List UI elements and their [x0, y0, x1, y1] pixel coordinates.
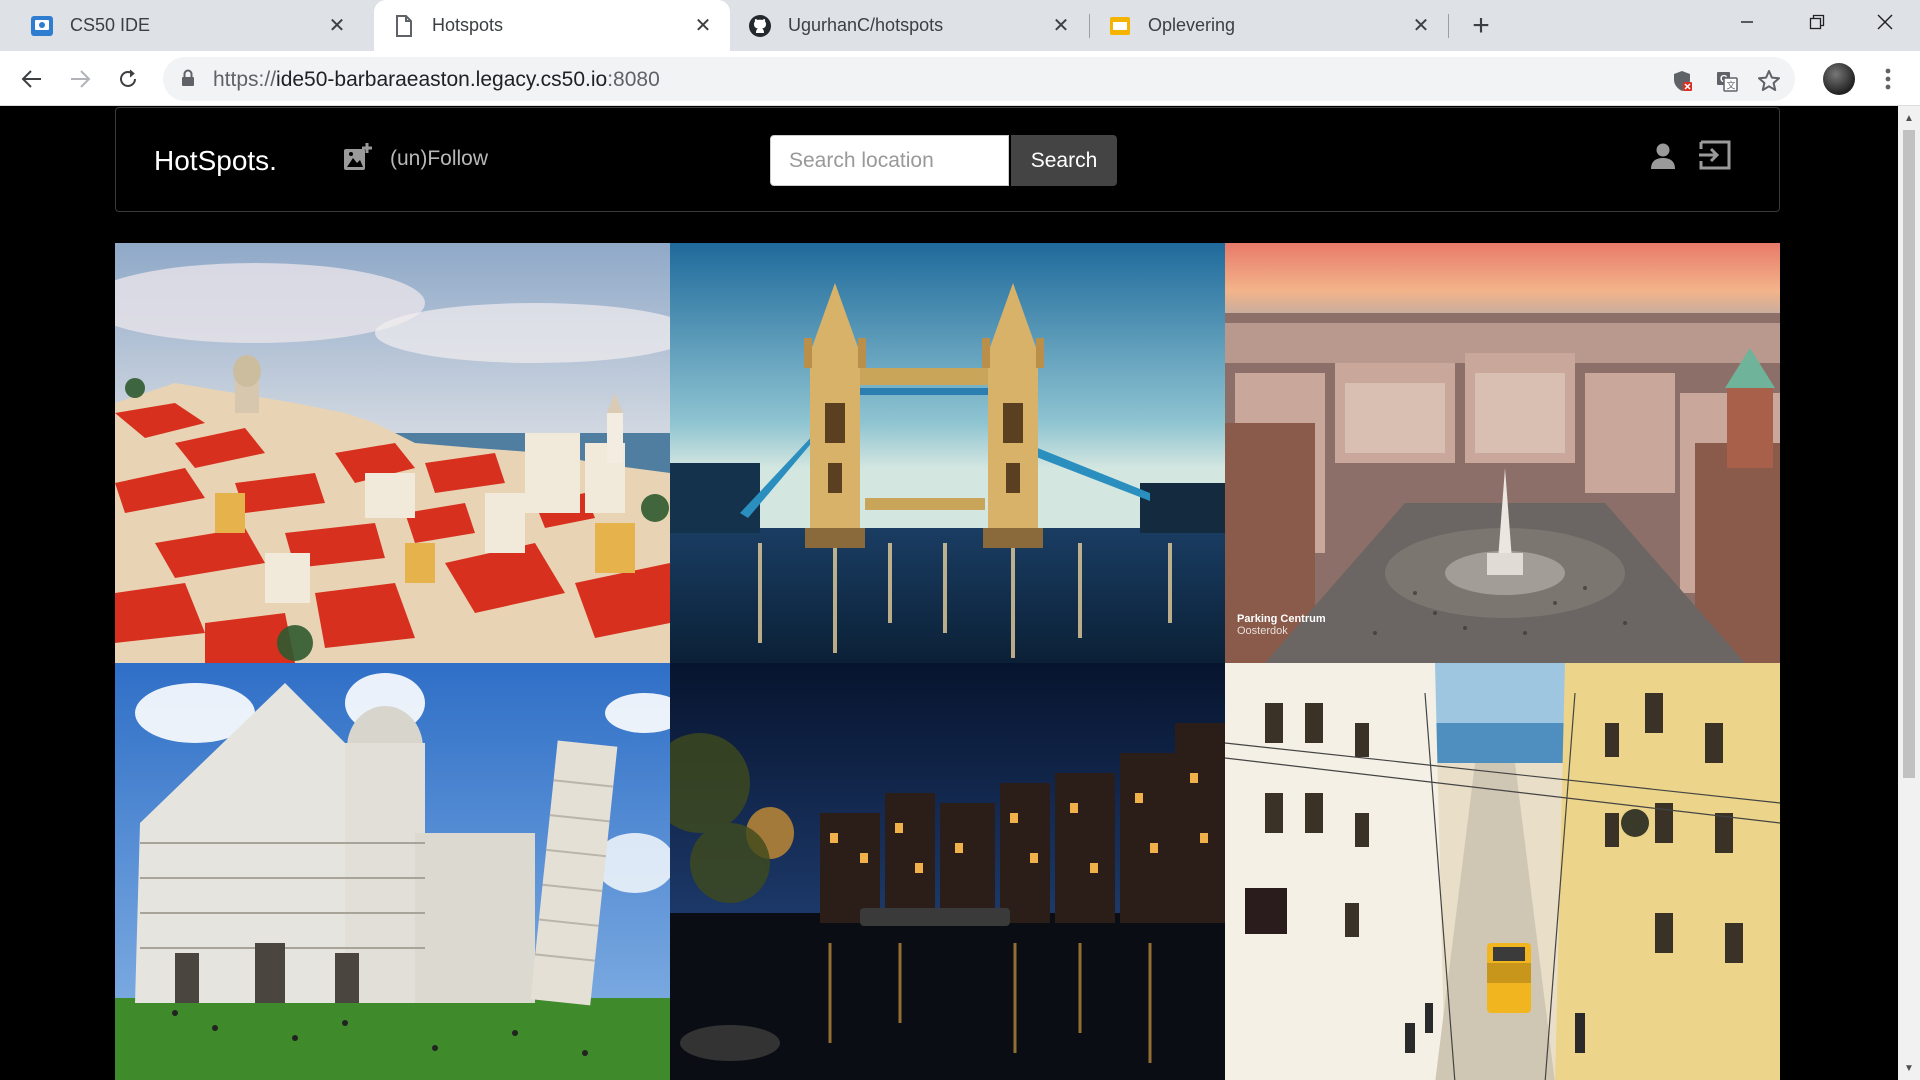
back-arrow-icon[interactable]	[14, 61, 50, 97]
minimize-window-icon[interactable]	[1712, 0, 1782, 44]
parking-sign-title: Parking Centrum	[1237, 613, 1326, 625]
photo-pisa-cathedral-tower[interactable]	[115, 663, 670, 1080]
parking-sign-text: Parking Centrum Oosterdok	[1237, 613, 1326, 637]
search-button[interactable]: Search	[1011, 135, 1117, 186]
shield-blocked-icon[interactable]	[1666, 65, 1698, 97]
tab-oplevering[interactable]: Oplevering ✕	[1090, 0, 1448, 51]
browser-toolbar: https://ide50-barbaraeaston.legacy.cs50.…	[0, 51, 1920, 106]
tab-title: CS50 IDE	[70, 15, 151, 35]
hotspot-gallery: Parking Centrum Oosterdok	[115, 243, 1780, 1080]
add-photo-icon	[342, 142, 372, 178]
site-navbar: HotSpots. (un)Follow Search	[115, 107, 1780, 212]
address-bar[interactable]: https://ide50-barbaraeaston.legacy.cs50.…	[163, 57, 1795, 101]
close-tab-icon[interactable]: ✕	[690, 12, 716, 38]
tab-github[interactable]: UgurhanC/hotspots ✕	[730, 0, 1088, 51]
search-location-input[interactable]	[770, 135, 1009, 186]
new-tab-plus-icon[interactable]: +	[1465, 9, 1497, 42]
close-tab-icon[interactable]: ✕	[1408, 12, 1434, 38]
browser-tab-strip: CS50 IDE ✕ Hotspots ✕ UgurhanC/hotspots …	[0, 0, 1920, 51]
url-scheme: https://	[213, 68, 277, 91]
forward-arrow-icon[interactable]	[62, 61, 98, 97]
scroll-down-arrow-icon[interactable]: ▼	[1903, 1062, 1915, 1074]
user-profile-icon[interactable]	[1650, 142, 1676, 175]
photo-lisbon-tram-street[interactable]	[1225, 663, 1780, 1080]
restore-window-icon[interactable]	[1782, 0, 1852, 44]
close-window-icon[interactable]	[1850, 0, 1920, 44]
reload-icon[interactable]	[110, 61, 146, 97]
document-favicon-icon	[392, 14, 416, 38]
slides-favicon-icon	[1108, 14, 1132, 38]
github-favicon-icon	[748, 14, 772, 38]
close-tab-icon[interactable]: ✕	[324, 12, 350, 38]
tab-title: UgurhanC/hotspots	[788, 15, 944, 35]
tab-title: Oplevering	[1148, 15, 1236, 35]
photo-amsterdam-canal-night[interactable]	[670, 663, 1225, 1080]
photo-lisbon-rooftops[interactable]	[115, 243, 670, 663]
logout-icon[interactable]	[1697, 139, 1733, 176]
cs50-ide-favicon-icon	[30, 14, 54, 38]
url-host: ide50-barbaraeaston.legacy.cs50.io	[276, 68, 608, 91]
bookmark-star-icon[interactable]	[1753, 65, 1785, 97]
page-scrollbar[interactable]: ▲ ▼	[1898, 106, 1920, 1080]
url-text: https://ide50-barbaraeaston.legacy.cs50.…	[213, 68, 660, 92]
photo-amsterdam-dam-square[interactable]: Parking Centrum Oosterdok	[1225, 243, 1780, 663]
brand-logo[interactable]: HotSpots.	[154, 145, 277, 177]
close-tab-icon[interactable]: ✕	[1048, 12, 1074, 38]
tab-cs50-ide[interactable]: CS50 IDE ✕	[12, 0, 364, 51]
tab-separator	[1448, 14, 1449, 38]
page-content: HotSpots. (un)Follow Search location Sea…	[0, 106, 1898, 1080]
svg-text:文: 文	[1727, 80, 1736, 92]
scrollbar-thumb[interactable]	[1903, 130, 1915, 778]
scroll-up-arrow-icon[interactable]: ▲	[1903, 112, 1915, 124]
tab-hotspots[interactable]: Hotspots ✕	[374, 0, 730, 51]
follow-link[interactable]: (un)Follow	[342, 140, 488, 178]
follow-label: (un)Follow	[390, 147, 489, 170]
url-port: :8080	[607, 68, 660, 91]
parking-sign-subtitle: Oosterdok	[1237, 625, 1288, 637]
tab-title: Hotspots	[432, 15, 504, 35]
translate-icon[interactable]: G文	[1711, 65, 1743, 97]
profile-avatar[interactable]	[1823, 63, 1855, 95]
photo-tower-bridge-london[interactable]	[670, 243, 1225, 663]
lock-icon	[181, 69, 195, 92]
more-menu-icon[interactable]	[1872, 63, 1904, 95]
